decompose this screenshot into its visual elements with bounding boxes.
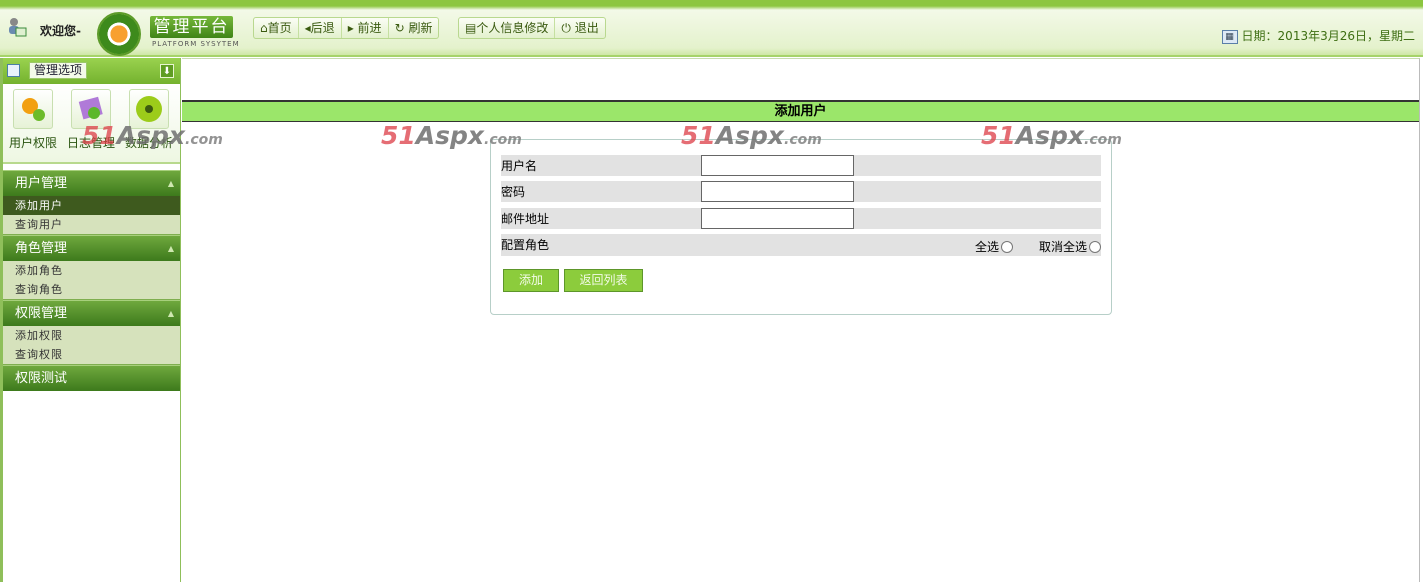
menu-group-user[interactable]: 用户管理 ▲ [3,170,180,196]
menu-item-add-user[interactable]: 添加用户 [3,196,180,215]
main-content: 添加用户 用户名 密码 邮件地址 配置角色 全选 取消全选 添加 返回列表 [182,58,1420,582]
table-icon [7,64,20,77]
password-input[interactable] [701,181,854,202]
form-row-username: 用户名 [501,155,1101,176]
sidebar-header: 管理选项 ⬇ [3,58,180,84]
clipboard-icon [71,89,111,129]
forward-button[interactable]: ▸ 前进 [342,18,389,38]
sidebar-title: 管理选项 [29,62,88,79]
home-button[interactable]: ⌂首页 [254,18,299,38]
brand-title: 管理平台 [150,16,233,38]
welcome-text: 欢迎您- [40,24,81,38]
edit-profile-button[interactable]: ▤个人信息修改 [459,18,556,38]
home-icon: ⌂ [260,21,268,35]
deselect-all-radio[interactable] [1089,240,1101,253]
menu-item-query-permission[interactable]: 查询权限 [3,345,180,364]
date-display: ▦ 日期：2013年3月26日，星期二 [1221,27,1415,44]
page-title: 添加用户 [182,100,1419,122]
forward-icon: ▸ [347,21,354,35]
select-all-radio[interactable] [1000,240,1013,253]
collapse-down-icon[interactable]: ⬇ [160,64,174,78]
brand-subtitle: PLATFORM SYSYTEM [152,40,240,48]
profile-icon: ▤ [465,21,477,35]
menu-item-add-permission[interactable]: 添加权限 [3,326,180,345]
logo-icon [97,12,141,56]
menu-item-query-role[interactable]: 查询角色 [3,280,180,299]
menu-group-permission-test[interactable]: 权限测试 [3,365,180,391]
user-icon [6,16,28,38]
add-user-form: 用户名 密码 邮件地址 配置角色 全选 取消全选 添加 返回列表 [490,139,1112,315]
email-input[interactable] [701,208,854,229]
power-icon: ⏻ [561,21,571,35]
radiation-icon [129,89,169,129]
collapse-icon: ▲ [167,309,174,318]
menu-item-query-user[interactable]: 查询用户 [3,215,180,234]
calendar-icon: ▦ [1221,29,1238,44]
menu-group-permission[interactable]: 权限管理 ▲ [3,300,180,326]
menu-item-add-role[interactable]: 添加角色 [3,261,180,280]
form-row-password: 密码 [501,181,1101,202]
menu-group-role[interactable]: 角色管理 ▲ [3,235,180,261]
refresh-icon: ↻ [394,21,405,35]
quick-log-management[interactable]: 日志管理 [61,89,121,151]
menu: 用户管理 ▲ 添加用户 查询用户 角色管理 ▲ 添加角色 查询角色 权限管理 ▲ 添加权限… [3,170,180,391]
logout-button[interactable]: ⏻ 退出 [555,18,604,38]
form-row-roles: 配置角色 全选 取消全选 [501,234,1101,256]
quick-user-permissions[interactable]: 用户权限 [3,89,63,151]
collapse-icon: ▲ [167,179,174,188]
back-to-list-button[interactable]: 返回列表 [564,269,643,292]
user-toolbar: ▤个人信息修改 ⏻ 退出 [458,17,606,39]
username-input[interactable] [701,155,854,176]
form-row-email: 邮件地址 [501,208,1101,229]
nav-toolbar: ⌂首页 ◂后退 ▸ 前进 ↻ 刷新 [253,17,440,39]
add-button[interactable]: 添加 [503,269,559,292]
sidebar: 管理选项 ⬇ 用户权限 日志管理 数据分析 用户管理 ▲ 添加用户 查询用户 角色管… [0,58,181,582]
back-button[interactable]: ◂后退 [299,18,342,38]
collapse-icon: ▲ [167,244,174,253]
refresh-button[interactable]: ↻ 刷新 [389,18,439,38]
quick-links: 用户权限 日志管理 数据分析 [3,84,180,164]
top-header: 欢迎您- 管理平台 PLATFORM SYSYTEM ⌂首页 ◂后退 ▸ 前进 … [0,0,1423,57]
gears-icon [13,89,53,129]
quick-data-analysis[interactable]: 数据分析 [119,89,179,151]
